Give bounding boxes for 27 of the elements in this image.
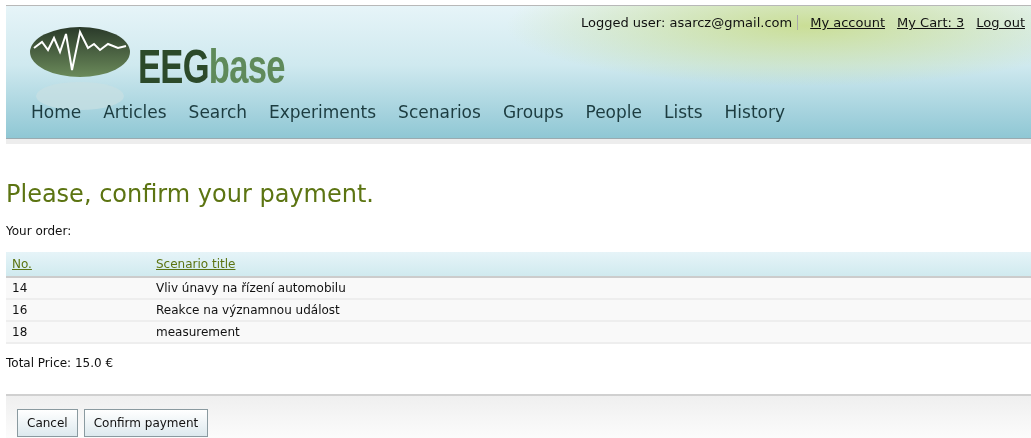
action-button[interactable]: Confirm payment bbox=[83, 409, 209, 437]
nav-link[interactable]: Lists bbox=[653, 96, 714, 128]
action-button[interactable]: Cancel bbox=[17, 409, 78, 437]
nav-link[interactable]: Search bbox=[177, 96, 258, 128]
nav-link[interactable]: History bbox=[713, 96, 797, 128]
nav-link[interactable]: Articles bbox=[92, 96, 178, 128]
header-link[interactable]: My account bbox=[810, 15, 886, 30]
column-header-link[interactable]: No. bbox=[12, 257, 32, 271]
page-heading: Please, confirm your payment. bbox=[6, 179, 375, 210]
table-cell: 16 bbox=[6, 299, 150, 321]
table-cell: Reakce na významnou událost bbox=[150, 299, 1031, 321]
logged-user-text: Logged user: asarcz@gmail.com bbox=[580, 15, 799, 30]
nav-link[interactable]: People bbox=[574, 96, 653, 128]
header-link[interactable]: Log out bbox=[976, 15, 1025, 30]
header-link[interactable]: My Cart: 3 bbox=[897, 15, 965, 30]
column-header-link[interactable]: Scenario title bbox=[156, 257, 236, 271]
table-cell: Vliv únavy na řízení automobilu bbox=[150, 277, 1031, 299]
table-cell: 14 bbox=[6, 277, 150, 299]
nav-link[interactable]: Experiments bbox=[258, 96, 388, 128]
logo-text: EEGbase bbox=[138, 43, 285, 91]
order-label: Your order: bbox=[6, 224, 73, 238]
table-cell: 18 bbox=[6, 321, 150, 343]
table-cell: measurement bbox=[150, 321, 1031, 343]
nav-link[interactable]: Home bbox=[20, 96, 93, 128]
total-price: Total Price: 15.0 € bbox=[6, 356, 115, 370]
nav-link[interactable]: Groups bbox=[491, 96, 575, 128]
nav-link[interactable]: Scenarios bbox=[387, 96, 492, 128]
